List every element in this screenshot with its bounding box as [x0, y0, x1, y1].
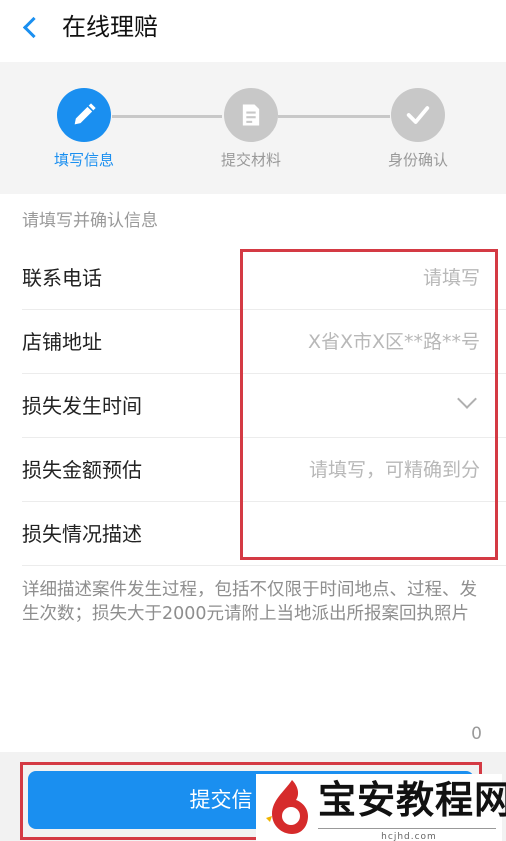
field-label: 损失金额预估 — [22, 458, 142, 482]
highlight-annotation-box — [240, 249, 498, 560]
submit-label: 提交信 — [189, 788, 253, 812]
field-label: 损失情况描述 — [22, 522, 142, 546]
field-label: 联系电话 — [22, 266, 102, 290]
watermark-domain-row: hcjhd.com — [256, 824, 502, 841]
step-label: 提交材料 — [220, 151, 281, 169]
step-label: 填写信息 — [53, 151, 114, 169]
field-label: 损失发生时间 — [22, 394, 142, 418]
back-arrow-icon[interactable] — [20, 14, 42, 42]
checkmark-icon — [391, 88, 445, 142]
step-fill-info: 填写信息 — [24, 88, 144, 169]
progress-steps: 填写信息 提交材料 身份确认 — [0, 62, 506, 194]
document-icon — [224, 88, 278, 142]
step-label: 身份确认 — [387, 151, 448, 169]
app-header: 在线理赔 — [0, 0, 506, 58]
watermark: 宝安教程网 hcjhd.com — [256, 774, 506, 841]
field-label: 店铺地址 — [22, 330, 102, 354]
watermark-domain: hcjhd.com — [377, 832, 441, 841]
page-title: 在线理赔 — [62, 13, 158, 41]
watermark-title: 宝安教程网 — [318, 777, 506, 822]
pencil-icon — [57, 88, 111, 142]
step-identity-confirm: 身份确认 — [358, 88, 478, 169]
description-textarea[interactable]: 详细描述案件发生过程，包括不仅限于时间地点、过程、发生次数；损失大于2000元请… — [22, 578, 492, 626]
step-submit-materials: 提交材料 — [191, 88, 311, 169]
section-hint: 请填写并确认信息 — [22, 211, 158, 231]
char-count: 0 — [471, 724, 482, 744]
